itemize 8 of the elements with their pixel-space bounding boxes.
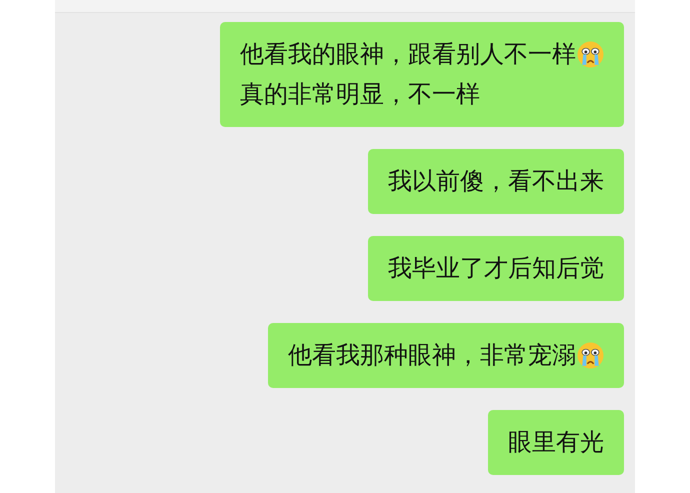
message-text: 我以前傻，看不出来 xyxy=(388,166,604,197)
message-text: 我毕业了才后知后觉 xyxy=(388,253,604,284)
message-text: 他看我那种眼神，非常宠溺 xyxy=(288,340,576,371)
crying-emoji-icon xyxy=(577,40,604,68)
message-text: 他看我的眼神，跟看别人不一样 xyxy=(240,39,576,70)
message-text: 眼里有光 xyxy=(508,427,604,458)
message-text: 真的非常明显，不一样 xyxy=(240,79,480,110)
crying-emoji-icon xyxy=(577,342,604,368)
